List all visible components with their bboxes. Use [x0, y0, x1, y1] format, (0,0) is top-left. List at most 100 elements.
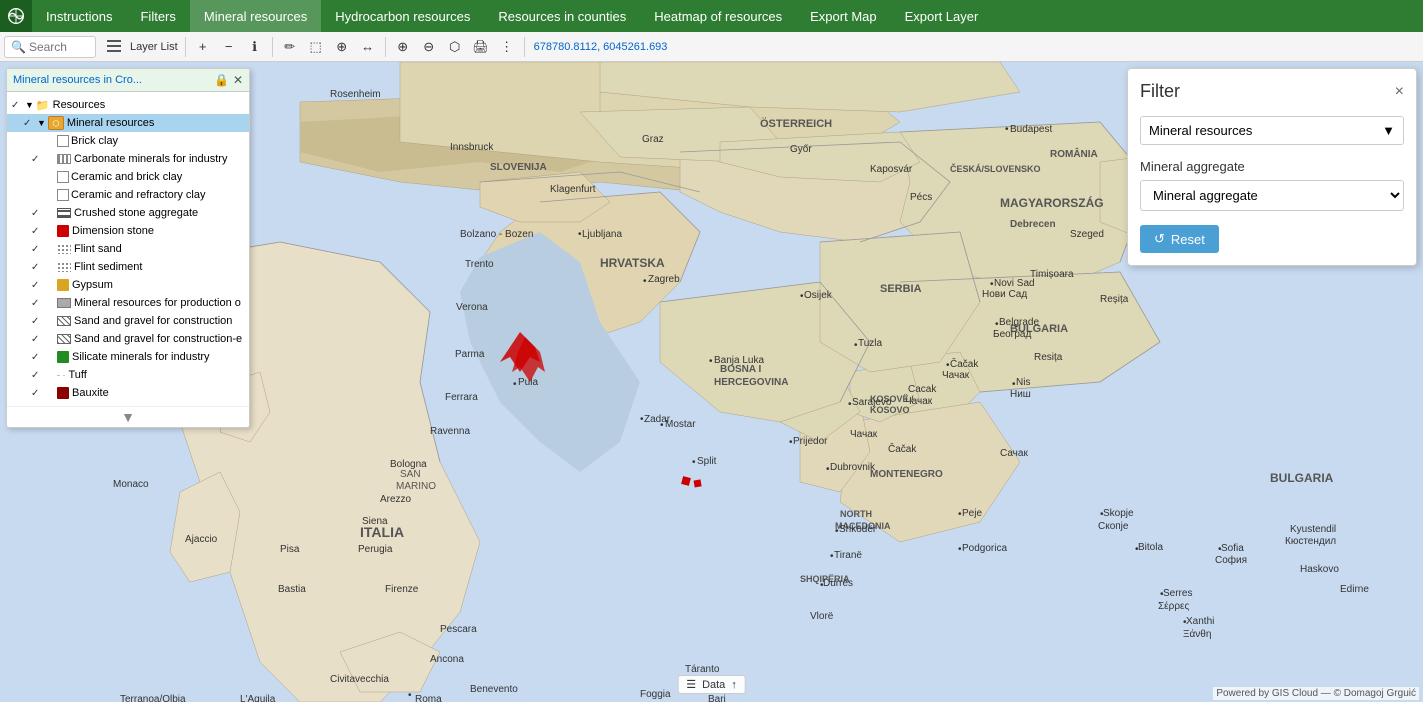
layer-list-btn[interactable] [102, 35, 126, 59]
toolbar: 🔍 Layer List + − ℹ ✏ ⬚ ⊕ ↔ ⊕ ⊖ ⬡ 🖨 ⋮ 678… [0, 32, 1423, 62]
layer-tree: ✓ ▼ 📁 Resources ✓ ▼ ⬡ Mineral resources … [7, 92, 249, 406]
svg-text:Monaco: Monaco [113, 479, 149, 490]
expand-resources[interactable]: ▼ [25, 100, 34, 110]
svg-text:Кюстендил: Кюстендил [1285, 536, 1336, 547]
svg-text:Bologna: Bologna [390, 459, 427, 470]
remove-layer-btn[interactable]: − [217, 35, 241, 59]
cb-ceramic-brick[interactable] [57, 171, 69, 183]
layer-row-sand-gravel2[interactable]: ✓ Sand and gravel for construction-e [7, 330, 249, 348]
layer-row-tuff[interactable]: ✓ - · Tuff [7, 366, 249, 384]
sand-gravel2-label: Sand and gravel for construction-e [74, 333, 242, 345]
layer-row-resources[interactable]: ✓ ▼ 📁 Resources [7, 96, 249, 114]
filter-close-btn[interactable]: × [1395, 83, 1404, 101]
filter-reset-btn[interactable]: ↺ Reset [1140, 225, 1219, 253]
filter-mineral-dropdown[interactable]: Mineral resources ▼ [1140, 116, 1404, 145]
layer-row-gypsum[interactable]: ✓ Gypsum [7, 276, 249, 294]
scroll-indicator: ▼ [7, 406, 249, 427]
add-layer-btn[interactable]: + [191, 35, 215, 59]
nav-export-map[interactable]: Export Map [796, 0, 890, 32]
reset-icon: ↺ [1154, 231, 1165, 247]
svg-text:Ajaccio: Ajaccio [185, 534, 218, 545]
panel-close-icon[interactable]: ✕ [233, 73, 243, 87]
svg-text:Parma: Parma [455, 349, 485, 360]
data-badge[interactable]: ☰ Data ↑ [677, 675, 746, 694]
check-gypsum: ✓ [31, 280, 45, 291]
nav-hydrocarbon-resources[interactable]: Hydrocarbon resources [321, 0, 484, 32]
nav-heatmap[interactable]: Heatmap of resources [640, 0, 796, 32]
nav-filters[interactable]: Filters [126, 0, 189, 32]
app-logo[interactable] [0, 0, 32, 32]
check-flint-sand: ✓ [31, 244, 45, 255]
search-box[interactable]: 🔍 [4, 36, 96, 58]
search-input[interactable] [29, 40, 89, 54]
svg-text:Skopje: Skopje [1103, 508, 1134, 519]
zoom-out-btn[interactable]: ⊖ [417, 35, 441, 59]
flint-sediment-label: Flint sediment [74, 261, 142, 273]
layer-row-dimension-stone[interactable]: ✓ Dimension stone [7, 222, 249, 240]
nav-resources-in-counties[interactable]: Resources in counties [484, 0, 640, 32]
select-btn[interactable]: ⬚ [304, 35, 328, 59]
svg-text:Edirne: Edirne [1340, 584, 1369, 595]
folder-icon-resources: 📁 [36, 99, 50, 112]
svg-text:Split: Split [697, 456, 717, 467]
crosshair-btn[interactable]: ⊕ [330, 35, 354, 59]
more-btn[interactable]: ⋮ [495, 35, 519, 59]
nav-export-layer[interactable]: Export Layer [891, 0, 993, 32]
layer-row-ceramic-refractory[interactable]: Ceramic and refractory clay [7, 186, 249, 204]
svg-text:ČESKÁ/SLOVENSKO: ČESKÁ/SLOVENSKO [950, 163, 1041, 174]
check-silicate: ✓ [31, 352, 45, 363]
nav-instructions[interactable]: Instructions [32, 0, 126, 32]
svg-text:Bari: Bari [708, 694, 726, 702]
swatch-bauxite [57, 387, 69, 399]
svg-text:ÖSTERREICH: ÖSTERREICH [760, 117, 832, 130]
layer-row-brick-clay[interactable]: Brick clay [7, 132, 249, 150]
svg-text:Graz: Graz [642, 134, 664, 145]
svg-text:Banja Luka: Banja Luka [714, 355, 764, 366]
layer-row-sand-gravel1[interactable]: ✓ Sand and gravel for construction [7, 312, 249, 330]
zoom-extent-btn[interactable]: ⬡ [443, 35, 467, 59]
move-btn[interactable]: ↔ [356, 35, 380, 59]
layer-row-mineral[interactable]: ✓ ▼ ⬡ Mineral resources [7, 114, 249, 132]
layer-row-ceramic-brick[interactable]: Ceramic and brick clay [7, 168, 249, 186]
svg-text:MONTENEGRO: MONTENEGRO [870, 469, 943, 480]
nav-mineral-resources[interactable]: Mineral resources [190, 0, 321, 32]
attribution: Powered by GIS Cloud — © Domagoj Grguić [1213, 687, 1419, 700]
svg-text:Vlorë: Vlorë [810, 611, 834, 622]
layer-row-mineral-prod[interactable]: ✓ Mineral resources for production o [7, 294, 249, 312]
svg-text:BULGARIA: BULGARIA [1270, 471, 1334, 485]
map-container[interactable]: SLOVENIJA HRVATSKA BOSNA I HERCEGOVINA S… [0, 62, 1423, 702]
cb-brick-clay[interactable] [57, 135, 69, 147]
svg-text:Tuzla: Tuzla [858, 338, 883, 349]
svg-text:Podgorica: Podgorica [962, 543, 1007, 554]
svg-text:Чачак: Чачак [942, 370, 970, 381]
svg-text:Peje: Peje [962, 508, 982, 519]
layer-row-carbonate[interactable]: ✓ Carbonate minerals for industry [7, 150, 249, 168]
check-bauxite: ✓ [31, 388, 45, 399]
svg-text:Roma: Roma [415, 694, 442, 702]
svg-text:Чачак: Чачак [850, 429, 878, 440]
filter-aggregate-select[interactable]: Mineral aggregate [1140, 180, 1404, 211]
layer-row-bauxite[interactable]: ✓ Bauxite [7, 384, 249, 402]
svg-text:Foggia: Foggia [640, 689, 671, 700]
svg-text:Bolzano - Bozen: Bolzano - Bozen [460, 229, 533, 240]
expand-mineral[interactable]: ▼ [37, 118, 46, 128]
layer-row-flint-sediment[interactable]: ✓ Flint sediment [7, 258, 249, 276]
divider3 [385, 37, 386, 57]
flint-sand-label: Flint sand [74, 243, 122, 255]
zoom-in-btn[interactable]: ⊕ [391, 35, 415, 59]
svg-text:Tiranë: Tiranë [834, 550, 862, 561]
svg-text:Győr: Győr [790, 144, 812, 155]
draw-btn[interactable]: ✏ [278, 35, 302, 59]
ceramic-refractory-label: Ceramic and refractory clay [71, 189, 206, 201]
cb-ceramic-refractory[interactable] [57, 189, 69, 201]
print-btn[interactable]: 🖨 [469, 35, 493, 59]
check-flint-sediment: ✓ [31, 262, 45, 273]
panel-lock-icon[interactable]: 🔒 [214, 73, 229, 87]
layer-row-silicate[interactable]: ✓ Silicate minerals for industry [7, 348, 249, 366]
layer-row-crushed-stone[interactable]: ✓ Crushed stone aggregate [7, 204, 249, 222]
info-btn[interactable]: ℹ [243, 35, 267, 59]
svg-text:Durrës: Durrës [823, 578, 853, 589]
svg-text:SLOVENIJA: SLOVENIJA [490, 162, 547, 173]
check-mineral-prod: ✓ [31, 298, 45, 309]
layer-row-flint-sand[interactable]: ✓ Flint sand [7, 240, 249, 258]
